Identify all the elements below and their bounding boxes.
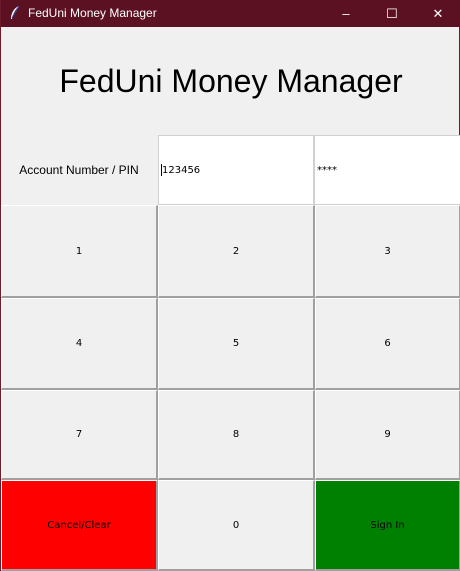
pin-value: **** xyxy=(317,164,337,176)
key-8[interactable]: 8 xyxy=(158,390,315,480)
key-7[interactable]: 7 xyxy=(1,390,158,480)
title-bar: FedUni Money Manager – ☐ ✕ xyxy=(1,0,460,27)
feather-icon xyxy=(8,5,22,21)
app-window: FedUni Money Manager – ☐ ✕ FedUni Money … xyxy=(0,0,460,571)
window-title: FedUni Money Manager xyxy=(28,6,157,20)
key-3[interactable]: 3 xyxy=(315,205,460,298)
app-heading: FedUni Money Manager xyxy=(59,62,403,99)
close-button[interactable]: ✕ xyxy=(415,0,460,27)
sign-in-button[interactable]: Sign In xyxy=(315,480,460,571)
key-4[interactable]: 4 xyxy=(1,298,158,390)
key-5[interactable]: 5 xyxy=(158,298,315,390)
account-number-value: 123456 xyxy=(162,164,201,176)
pin-field[interactable]: **** xyxy=(314,135,460,205)
key-6[interactable]: 6 xyxy=(315,298,460,390)
key-9[interactable]: 9 xyxy=(315,390,460,480)
minimize-button[interactable]: – xyxy=(323,0,369,27)
account-number-field[interactable]: 123456 xyxy=(158,135,314,205)
account-pin-label: Account Number / PIN xyxy=(19,163,139,177)
key-2[interactable]: 2 xyxy=(158,205,315,298)
key-1[interactable]: 1 xyxy=(1,205,158,298)
maximize-button[interactable]: ☐ xyxy=(369,0,415,27)
cancel-clear-button[interactable]: Cancel/Clear xyxy=(1,480,158,571)
key-0[interactable]: 0 xyxy=(158,480,315,571)
